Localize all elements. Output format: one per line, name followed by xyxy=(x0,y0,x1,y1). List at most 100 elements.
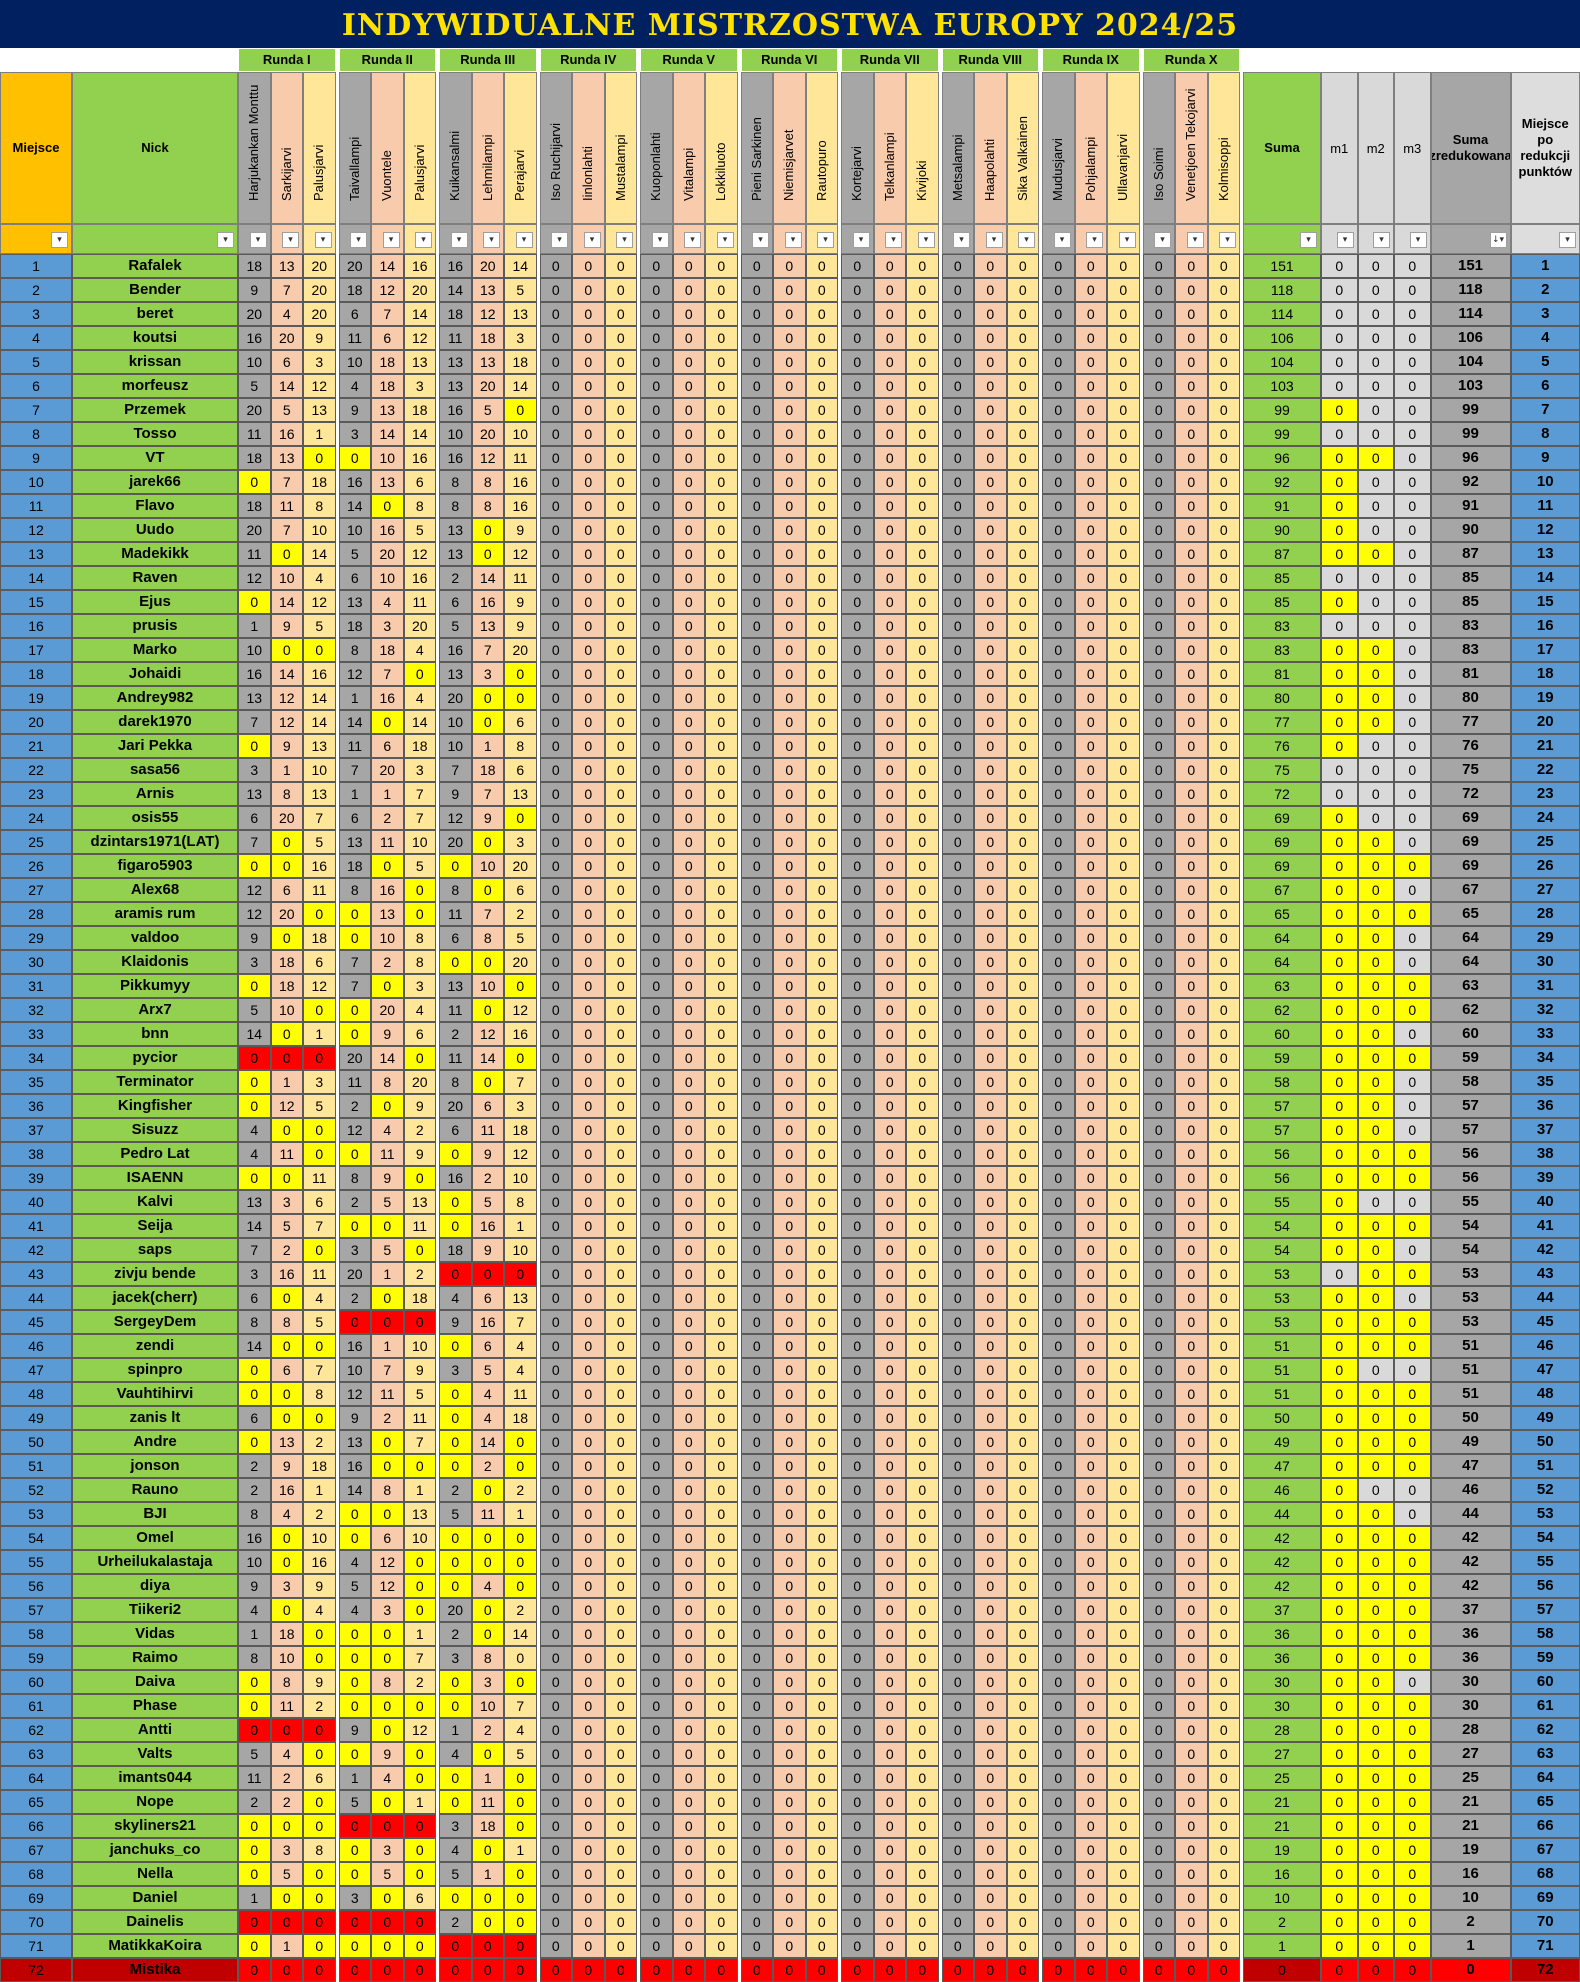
stage-score: 1 xyxy=(439,1718,472,1742)
dropdown-arrow-icon[interactable]: ▾ xyxy=(1219,232,1236,248)
dropdown-arrow-icon[interactable]: ▾ xyxy=(1186,232,1204,248)
dropdown-arrow-icon[interactable]: ▾ xyxy=(282,232,299,248)
dropdown-arrow-icon[interactable]: ▾ xyxy=(483,232,500,248)
dropdown-arrow-icon[interactable]: ▾ xyxy=(651,232,669,248)
place-cell: 14 xyxy=(0,566,72,590)
dropdown-arrow-icon[interactable]: ▾ xyxy=(885,232,902,248)
stage-score: 0 xyxy=(303,1646,336,1670)
m-cell: 0 xyxy=(1357,1958,1394,1982)
dropdown-arrow-icon[interactable]: ▾ xyxy=(817,232,834,248)
stage-score: 0 xyxy=(539,1286,572,1310)
stage-score: 0 xyxy=(270,1886,303,1910)
dropdown-arrow-icon[interactable]: ▾ xyxy=(350,232,367,248)
stage-score: 0 xyxy=(1107,326,1140,350)
stage-score: 0 xyxy=(672,1334,705,1358)
dropdown-arrow-icon[interactable]: ▾ xyxy=(784,232,802,248)
dropdown-arrow-icon[interactable]: ▾ xyxy=(684,232,701,248)
m-cell: 0 xyxy=(1357,1598,1394,1622)
dropdown-arrow-icon[interactable]: ▾ xyxy=(314,232,332,248)
dropdown-arrow-icon[interactable]: ▾ xyxy=(1154,232,1171,248)
sum-cell: 21 xyxy=(1243,1790,1321,1814)
stage-score: 7 xyxy=(371,662,404,686)
place-after-cell: 41 xyxy=(1510,1214,1580,1238)
dropdown-arrow-icon[interactable]: ▾ xyxy=(1336,232,1354,248)
dropdown-arrow-icon[interactable]: ▾ xyxy=(450,232,468,248)
stage-score: 0 xyxy=(403,1958,436,1982)
stage-score: 0 xyxy=(1042,1430,1075,1454)
stage-score: 0 xyxy=(873,254,906,278)
stage-score: 0 xyxy=(640,1502,673,1526)
dropdown-arrow-icon[interactable]: ▾ xyxy=(217,232,234,248)
stage-score: 0 xyxy=(1142,1334,1175,1358)
stage-score: 0 xyxy=(1207,254,1240,278)
nick-cell: Seija xyxy=(72,1214,238,1238)
stage-name: Mudusjarvi xyxy=(1050,138,1066,201)
sum-cell: 19 xyxy=(1243,1838,1321,1862)
stage-score: 3 xyxy=(270,1574,303,1598)
dropdown-arrow-icon[interactable]: ▾ xyxy=(1053,232,1071,248)
sum-cell: 2 xyxy=(1243,1910,1321,1934)
dropdown-arrow-icon[interactable]: ▾ xyxy=(1018,232,1035,248)
stage-score: 0 xyxy=(672,806,705,830)
stage-score: 0 xyxy=(539,494,572,518)
m-cell: 0 xyxy=(1321,566,1358,590)
sum-cell: 69 xyxy=(1243,806,1321,830)
stage-score: 0 xyxy=(841,1598,874,1622)
stage-score: 14 xyxy=(504,1622,537,1646)
stage-score: 0 xyxy=(403,1694,436,1718)
m-cell: 0 xyxy=(1394,398,1431,422)
stage-score: 0 xyxy=(672,1046,705,1070)
stage-score: 9 xyxy=(270,614,303,638)
dropdown-arrow-icon[interactable]: ▾ xyxy=(616,232,633,248)
dropdown-arrow-icon[interactable]: ▾ xyxy=(515,232,533,248)
stage-score: 0 xyxy=(504,1910,537,1934)
stage-score: 0 xyxy=(1142,1430,1175,1454)
nick-cell: janchuks_co xyxy=(72,1838,238,1862)
dropdown-arrow-icon[interactable]: ▾ xyxy=(551,232,568,248)
dropdown-arrow-icon[interactable]: ▾ xyxy=(1086,232,1103,248)
dropdown-arrow-icon[interactable]: ▾ xyxy=(415,232,432,248)
nick-cell: Tosso xyxy=(72,422,238,446)
stage-score: 0 xyxy=(439,1406,472,1430)
stage-score: 0 xyxy=(941,1574,974,1598)
dropdown-arrow-icon[interactable]: ▾ xyxy=(917,232,935,248)
dropdown-arrow-icon[interactable]: ▾ xyxy=(1409,232,1427,248)
dropdown-arrow-icon[interactable]: ▾ xyxy=(716,232,734,248)
stage-score: 0 xyxy=(1142,1094,1175,1118)
stage-score: 8 xyxy=(338,1166,371,1190)
stage-score: 0 xyxy=(504,398,537,422)
stage-score: 0 xyxy=(572,374,605,398)
stage-score: 0 xyxy=(873,782,906,806)
dropdown-arrow-icon[interactable]: ▾ xyxy=(1373,232,1390,248)
stage-score: 0 xyxy=(1175,1166,1208,1190)
table-row: 71 MatikkaKoira 0 1 0 0 0 0 0 0 0 0 0 0 0 0 0 0 0 0 0 0 0 0 0 0 0 0… xyxy=(0,1934,1580,1958)
dropdown-arrow-icon[interactable]: ▾ xyxy=(752,232,769,248)
dropdown-arrow-icon[interactable]: ▾ xyxy=(985,232,1003,248)
dropdown-arrow-icon[interactable]: ▾ xyxy=(1559,232,1576,248)
m-cell: 0 xyxy=(1357,1790,1394,1814)
stage-score: 0 xyxy=(640,1574,673,1598)
reduced-sum-cell: 53 xyxy=(1430,1286,1511,1310)
dropdown-arrow-icon[interactable]: ▾ xyxy=(51,232,68,248)
dropdown-arrow-icon[interactable]: ▾ xyxy=(852,232,870,248)
dropdown-arrow-icon[interactable]: ▾ xyxy=(1300,232,1317,248)
dropdown-arrow-icon[interactable]: ▾ xyxy=(382,232,400,248)
sum-cell: 114 xyxy=(1243,302,1321,326)
stage-score: 0 xyxy=(773,1814,806,1838)
stage-score: 0 xyxy=(640,590,673,614)
stage-score: 0 xyxy=(1207,830,1240,854)
stage-score: 0 xyxy=(504,662,537,686)
stage-score: 0 xyxy=(1142,926,1175,950)
stage-score: 0 xyxy=(873,1478,906,1502)
stage-score: 5 xyxy=(238,374,271,398)
stage-score: 0 xyxy=(539,1406,572,1430)
stage-score: 13 xyxy=(504,302,537,326)
stage-score: 0 xyxy=(572,1070,605,1094)
sort-desc-icon[interactable]: ↓▾ xyxy=(1489,232,1507,248)
m-cell: 0 xyxy=(1394,1958,1431,1982)
dropdown-arrow-icon[interactable]: ▾ xyxy=(583,232,601,248)
dropdown-arrow-icon[interactable]: ▾ xyxy=(249,232,267,248)
dropdown-arrow-icon[interactable]: ▾ xyxy=(1118,232,1136,248)
stage-score: 3 xyxy=(238,1262,271,1286)
dropdown-arrow-icon[interactable]: ▾ xyxy=(953,232,970,248)
